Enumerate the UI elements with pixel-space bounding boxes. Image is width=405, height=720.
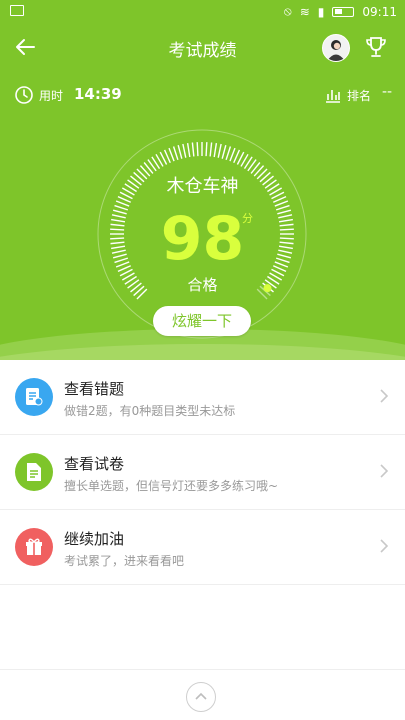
- item-title: 查看错题: [64, 380, 125, 398]
- scroll-up-button[interactable]: [186, 682, 216, 712]
- gauge-tick: [191, 142, 195, 157]
- status-icons: ⦸ ≋ ▮ 09:11: [284, 4, 397, 19]
- list-item-wrong-questions[interactable]: 查看错题 做错2题，有0种题目类型未达标: [0, 360, 405, 435]
- gauge-tick: [213, 143, 218, 158]
- gauge-tick: [177, 144, 183, 159]
- status-bar: ⦸ ≋ ▮ 09:11: [0, 0, 405, 24]
- gauge-tick: [172, 146, 179, 161]
- time-value: 14:39: [74, 85, 122, 103]
- nickname: 木仓车神: [166, 176, 239, 197]
- chevron-right-icon: [380, 539, 389, 553]
- avatar[interactable]: [322, 34, 350, 62]
- paper-icon: [15, 453, 53, 491]
- list-item-view-paper[interactable]: 查看试卷 擅长单选题，但信号灯还要多多练习哦~: [0, 435, 405, 510]
- clock-icon: [15, 86, 33, 104]
- signal-icon: ▮: [317, 4, 325, 19]
- battery-icon: [332, 6, 355, 17]
- list-item-keep-going[interactable]: 继续加油 考试累了，进来看看吧: [0, 510, 405, 585]
- gauge-tick: [168, 147, 175, 162]
- share-button[interactable]: 炫耀一下: [153, 306, 251, 336]
- gauge-tick: [225, 146, 232, 161]
- top-bar: 考试成绩: [0, 24, 405, 72]
- gift-icon: [15, 528, 53, 566]
- item-title: 查看试卷: [64, 455, 125, 473]
- image-notification-icon: [10, 5, 24, 16]
- score-value: 98: [160, 204, 245, 274]
- action-list: 查看错题 做错2题，有0种题目类型未达标 查看试卷 擅长单选题，但信号灯还要多多…: [0, 360, 405, 585]
- item-title: 继续加油: [64, 530, 125, 548]
- mute-icon: ⦸: [283, 4, 292, 18]
- gauge-tick: [217, 143, 222, 158]
- gauge-tick: [229, 147, 236, 162]
- item-desc: 擅长单选题，但信号灯还要多多练习哦~: [64, 479, 279, 493]
- time-label: 用时: [39, 89, 64, 103]
- chevron-right-icon: [380, 389, 389, 403]
- score-unit: 分: [242, 212, 253, 225]
- exam-meta: 用时 14:39 排名 --: [0, 82, 405, 108]
- rank-value: --: [382, 84, 393, 100]
- rank-label: 排名: [347, 89, 372, 103]
- footer-divider: [0, 669, 405, 670]
- gauge-tick: [205, 142, 208, 157]
- gauge-tick: [196, 142, 199, 157]
- gauge-tick: [221, 144, 227, 159]
- wrong-question-icon: [15, 378, 53, 416]
- score-header: 考试成绩 用时 14:39 排名 -- 木仓车神 98 分 合格 炫耀一下: [0, 24, 405, 360]
- chevron-right-icon: [380, 464, 389, 478]
- trophy-icon[interactable]: [363, 34, 389, 60]
- gauge-tick: [182, 143, 187, 158]
- gauge-tick: [186, 143, 191, 158]
- rank-chart-icon: [326, 90, 340, 103]
- status-time: 09:11: [362, 4, 397, 19]
- gauge-tick: [209, 142, 213, 157]
- result-label: 合格: [187, 276, 218, 294]
- chevron-up-icon: [195, 692, 207, 700]
- item-desc: 考试累了，进来看看吧: [64, 554, 185, 568]
- item-desc: 做错2题，有0种题目类型未达标: [64, 404, 236, 418]
- wifi-icon: ≋: [299, 4, 310, 19]
